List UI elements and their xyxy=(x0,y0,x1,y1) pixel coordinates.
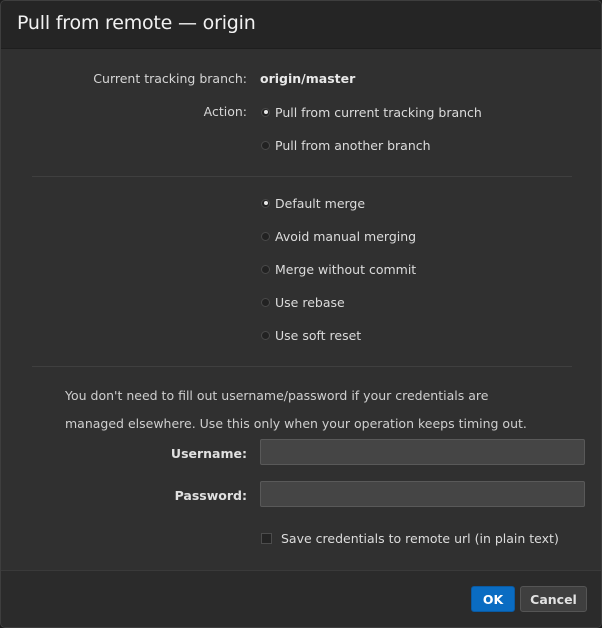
save-credentials-checkbox[interactable]: Save credentials to remote url (in plain… xyxy=(261,529,559,547)
radio-label: Use rebase xyxy=(275,294,345,310)
radio-unselected-icon xyxy=(261,140,270,150)
dialog-title: Pull from remote — origin xyxy=(17,12,256,34)
radio-unselected-icon xyxy=(261,264,270,274)
username-label: Username: xyxy=(170,446,247,461)
cancel-button[interactable]: Cancel xyxy=(520,586,587,612)
radio-unselected-icon xyxy=(261,297,270,307)
tracking-branch-label: Current tracking branch: xyxy=(93,71,247,86)
radio-use-soft-reset[interactable]: Use soft reset xyxy=(261,326,361,344)
radio-unselected-icon xyxy=(261,231,270,241)
radio-default-merge[interactable]: Default merge xyxy=(261,194,365,212)
radio-label: Pull from another branch xyxy=(275,137,431,153)
dialog-footer: OK Cancel xyxy=(1,570,601,627)
radio-label: Default merge xyxy=(275,195,366,211)
pull-dialog: Pull from remote — origin Current tracki… xyxy=(0,0,602,628)
username-input[interactable] xyxy=(260,439,585,465)
section-divider xyxy=(32,366,572,367)
checkbox-unchecked-icon xyxy=(261,532,272,544)
radio-pull-current-branch[interactable]: Pull from current tracking branch xyxy=(261,103,482,121)
checkbox-label: Save credentials to remote url (in plain… xyxy=(281,530,559,546)
radio-unselected-icon xyxy=(261,330,270,340)
credentials-info-text: You don't need to fill out username/pass… xyxy=(65,388,527,431)
ok-button[interactable]: OK xyxy=(471,586,515,612)
radio-merge-without-commit[interactable]: Merge without commit xyxy=(261,260,416,278)
section-divider xyxy=(32,176,572,177)
radio-avoid-manual-merging[interactable]: Avoid manual merging xyxy=(261,227,416,245)
radio-selected-icon xyxy=(261,107,270,117)
password-label: Password: xyxy=(174,488,247,503)
password-input[interactable] xyxy=(260,481,585,507)
radio-use-rebase[interactable]: Use rebase xyxy=(261,293,345,311)
radio-pull-another-branch[interactable]: Pull from another branch xyxy=(261,136,431,154)
dialog-titlebar: Pull from remote — origin xyxy=(1,1,601,49)
tracking-branch-value: origin/master xyxy=(260,71,356,86)
radio-selected-icon xyxy=(261,198,270,208)
action-label: Action: xyxy=(203,104,247,119)
radio-label: Avoid manual merging xyxy=(275,228,417,244)
radio-label: Merge without commit xyxy=(275,261,417,277)
radio-label: Use soft reset xyxy=(275,327,362,343)
radio-label: Pull from current tracking branch xyxy=(275,104,482,120)
